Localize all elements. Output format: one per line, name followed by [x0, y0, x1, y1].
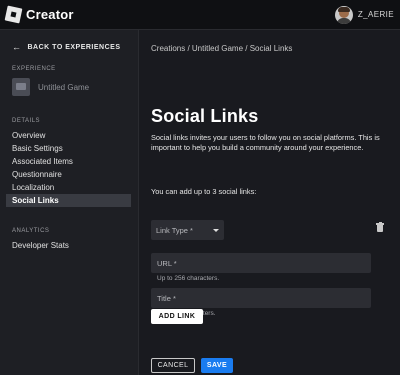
- avatar[interactable]: [334, 5, 353, 24]
- sidebar-item-overview[interactable]: Overview: [6, 129, 131, 142]
- social-links-limit-text: You can add up to 3 social links:: [151, 187, 257, 196]
- title-input[interactable]: [151, 288, 371, 308]
- add-link-button[interactable]: ADD LINK: [151, 309, 203, 324]
- roblox-logo-icon: [4, 5, 23, 24]
- user-menu[interactable]: Z_AERIE: [334, 5, 394, 24]
- back-arrow-icon: ←: [12, 42, 22, 52]
- details-section-label: DETAILS: [12, 118, 41, 124]
- sidebar-item-localization[interactable]: Localization: [6, 181, 131, 194]
- analytics-section-label: ANALYTICS: [12, 228, 50, 234]
- sidebar-item-questionnaire[interactable]: Questionnaire: [6, 168, 131, 181]
- sidebar-item-social-links[interactable]: Social Links: [6, 194, 131, 207]
- link-type-select[interactable]: Link Type *: [151, 220, 224, 240]
- sidebar-item-developer-stats[interactable]: Developer Stats: [6, 239, 131, 252]
- save-button[interactable]: SAVE: [201, 358, 233, 373]
- sidebar-item-basic-settings[interactable]: Basic Settings: [6, 142, 131, 155]
- username[interactable]: Z_AERIE: [358, 10, 394, 19]
- cancel-button[interactable]: CANCEL: [151, 358, 195, 373]
- app-name: Creator: [26, 7, 74, 22]
- sidebar-item-associated-items[interactable]: Associated Items: [6, 155, 131, 168]
- top-bar: Creator Z_AERIE: [0, 0, 400, 30]
- breadcrumb[interactable]: Creations / Untitled Game / Social Links: [151, 44, 292, 53]
- creator-logo[interactable]: Creator: [4, 5, 74, 24]
- main-content: Creations / Untitled Game / Social Links…: [151, 30, 391, 375]
- analytics-nav: Developer Stats: [6, 239, 131, 252]
- back-label: BACK TO EXPERIENCES: [27, 43, 121, 51]
- link-type-label: Link Type *: [156, 225, 193, 235]
- page-description: Social links invites your users to follo…: [151, 133, 380, 152]
- trash-icon[interactable]: [376, 222, 384, 232]
- chevron-down-icon: [213, 228, 219, 232]
- game-name: Untitled Game: [38, 82, 90, 92]
- experience-section-label: EXPERIENCE: [12, 66, 56, 72]
- sidebar: ← BACK TO EXPERIENCES EXPERIENCE Untitle…: [0, 30, 139, 375]
- experience-item[interactable]: Untitled Game: [12, 78, 89, 96]
- details-nav: Overview Basic Settings Associated Items…: [6, 129, 131, 207]
- url-input[interactable]: [151, 253, 371, 273]
- game-thumbnail: [12, 78, 30, 96]
- back-to-experiences-link[interactable]: ← BACK TO EXPERIENCES: [12, 42, 121, 52]
- url-hint: Up to 256 characters.: [157, 275, 220, 282]
- page-title: Social Links: [151, 106, 259, 126]
